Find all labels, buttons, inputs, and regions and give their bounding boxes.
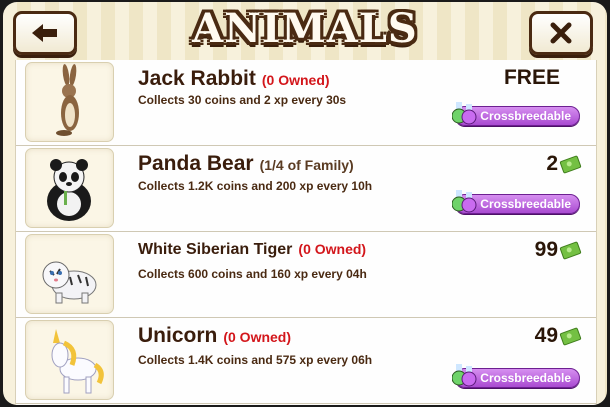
close-button[interactable] <box>529 11 593 55</box>
cash-bill-icon <box>559 326 582 346</box>
crossbreedable-badge: Crossbreedable <box>452 190 580 214</box>
owned-status: (0 Owned) <box>223 329 292 345</box>
animal-list[interactable]: Jack Rabbit (0 Owned) Collects 30 coins a… <box>15 60 597 405</box>
panda-bear-image <box>25 148 114 228</box>
cash-bill-icon <box>559 154 582 174</box>
owned-status: (1/4 of Family) <box>259 157 354 173</box>
close-x-icon <box>550 22 572 44</box>
animal-description: Collects 600 coins and 160 xp every 04h <box>138 267 367 281</box>
owned-status: (0 Owned) <box>261 72 330 88</box>
price-value: 49 <box>534 324 558 347</box>
price-label: FREE <box>504 66 560 90</box>
cash-bill-icon <box>559 240 582 260</box>
crossbreedable-badge: Crossbreedable <box>452 364 580 388</box>
header-bar: ANIMALS <box>3 2 607 60</box>
list-item-white-siberian-tiger[interactable]: White Siberian Tiger (0 Owned) Collects 6… <box>16 232 596 318</box>
badge-label: Crossbreedable <box>480 371 571 385</box>
price-label: 2 <box>546 152 582 176</box>
animal-name: White Siberian Tiger <box>138 241 293 258</box>
badge-label: Crossbreedable <box>480 109 571 123</box>
unicorn-image <box>25 320 114 400</box>
price-label: 99 <box>534 238 582 262</box>
animals-panel: ANIMALS Jack Rabbit (0 Owned) Collects 3… <box>3 2 607 405</box>
price-value: 2 <box>546 152 558 175</box>
animal-name: Panda Bear <box>138 152 254 175</box>
potion-flask-icon <box>452 364 477 387</box>
page-title: ANIMALS <box>192 5 418 52</box>
white-siberian-tiger-image <box>25 234 114 314</box>
potion-flask-icon <box>452 190 477 213</box>
crossbreedable-badge: Crossbreedable <box>452 102 580 126</box>
badge-label: Crossbreedable <box>480 197 571 211</box>
animal-description: Collects 30 coins and 2 xp every 30s <box>138 93 347 107</box>
potion-flask-icon <box>452 102 477 125</box>
animal-description: Collects 1.4K coins and 575 xp every 06h <box>138 353 373 367</box>
animal-name: Jack Rabbit <box>138 67 256 90</box>
animal-name: Unicorn <box>138 324 218 347</box>
list-item-panda-bear[interactable]: Panda Bear (1/4 of Family) Collects 1.2K … <box>16 146 596 232</box>
animal-description: Collects 1.2K coins and 200 xp every 10h <box>138 179 373 193</box>
price-label: 49 <box>534 324 582 348</box>
list-item-jack-rabbit[interactable]: Jack Rabbit (0 Owned) Collects 30 coins a… <box>16 60 596 146</box>
jack-rabbit-image <box>25 62 114 142</box>
price-value: 99 <box>534 238 558 261</box>
price-value: FREE <box>503 66 560 89</box>
list-item-unicorn[interactable]: Unicorn (0 Owned) Collects 1.4K coins and… <box>16 318 596 404</box>
owned-status: (0 Owned) <box>298 241 367 257</box>
